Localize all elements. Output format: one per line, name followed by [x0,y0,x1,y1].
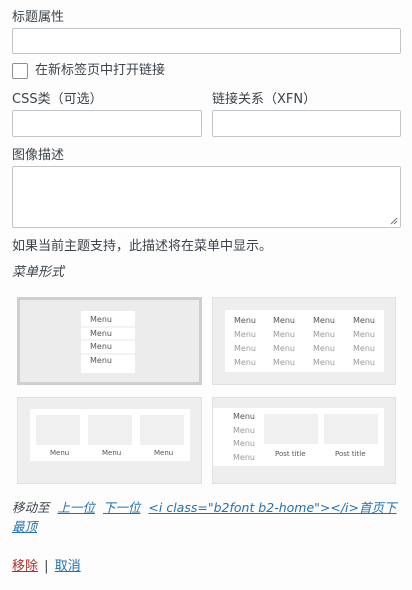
menu-style-2-panel: Menu Menu Menu Menu Menu Menu Menu Menu … [225,310,384,372]
menu-style-2-col1-item: Menu [234,358,256,367]
menu-style-4-list-item: Menu [233,453,255,462]
menu-style-label: 菜单形式 [12,265,65,280]
move-top-link[interactable]: 最顶 [12,519,37,534]
menu-style-option-2[interactable]: Menu Menu Menu Menu Menu Menu Menu Menu … [212,297,396,385]
menu-style-1-item-3: Menu [90,342,112,351]
menu-style-4-list-item: Menu [233,426,255,435]
css-class-label: CSS类（可选） [12,92,103,107]
description-textarea[interactable] [12,166,401,228]
menu-style-4-post-title-2: Post title [335,450,366,458]
menu-style-1-item-1: Menu [90,315,112,324]
xfn-label: 链接关系（XFN） [212,92,317,107]
description-hint: 如果当前主题支持，此描述将在菜单中显示。 [12,239,273,254]
title-attr-label: 标题属性 [12,10,65,25]
move-to-row: 移动至 上一位 下一位 <i class="b2font b2-home"></… [12,498,397,536]
menu-style-2-col3-head: Menu [313,316,335,325]
menu-style-2-col3-item: Menu [313,344,335,353]
menu-style-2-col4-item: Menu [353,344,375,353]
cancel-link[interactable]: 取消 [55,559,81,574]
description-label: 图像描述 [12,148,65,163]
menu-style-1-item-4: Menu [90,356,112,365]
menu-style-2-col1-item: Menu [234,344,256,353]
move-down-link[interactable]: 下一位 [103,500,141,515]
menu-style-4-post-thumb-2 [324,414,378,444]
move-under-link[interactable]: <i class="b2font b2-home"></i>首页下 [148,500,396,515]
menu-style-2-col2-item: Menu [273,344,295,353]
menu-style-2-col2-item: Menu [273,330,295,339]
menu-style-option-3[interactable]: Menu Menu Menu [17,397,202,484]
menu-style-4-list-item: Menu [233,439,255,448]
menu-style-2-col1-head: Menu [234,316,256,325]
actions-separator: | [44,559,49,574]
menu-style-option-1[interactable]: Menu Menu Menu Menu [17,297,202,385]
menu-style-3-label-1: Menu [50,449,70,457]
menu-style-4-post-title-1: Post title [275,450,306,458]
resize-handle-icon[interactable] [390,217,398,225]
move-up-link[interactable]: 上一位 [57,500,95,515]
remove-link[interactable]: 移除 [12,559,38,574]
menu-style-3-label-2: Menu [102,449,122,457]
menu-style-2-col4-item: Menu [353,358,375,367]
menu-style-3-panel: Menu Menu Menu [30,409,190,461]
menu-style-2-col3-item: Menu [313,330,335,339]
css-class-input[interactable] [12,110,202,137]
menu-style-2-col3-item: Menu [313,358,335,367]
new-tab-label: 在新标签页中打开链接 [35,63,166,78]
menu-style-2-col2-head: Menu [273,316,295,325]
menu-style-3-thumb-1 [36,415,80,445]
item-actions: 移除 | 取消 [12,555,81,574]
menu-style-4-list-head: Menu [233,412,255,421]
menu-style-3-thumb-2 [88,415,132,445]
menu-style-4-post-thumb-1 [264,414,318,444]
menu-style-3-label-3: Menu [154,449,174,457]
menu-style-3-thumb-3 [140,415,184,445]
menu-style-1-panel: Menu Menu Menu Menu [81,311,135,373]
menu-style-option-4[interactable]: Menu Menu Menu Menu Post title Post titl… [212,397,396,484]
menu-style-2-col4-head: Menu [353,316,375,325]
title-attr-input[interactable] [12,28,401,54]
menu-style-1-item-2: Menu [90,329,112,338]
new-tab-checkbox[interactable] [12,63,28,79]
menu-style-2-col4-item: Menu [353,330,375,339]
move-to-label: 移动至 [12,500,50,515]
menu-style-2-col1-item: Menu [234,330,256,339]
menu-style-4-panel: Menu Menu Menu Menu Post title Post titl… [213,408,384,466]
xfn-input[interactable] [212,110,401,137]
menu-style-2-col2-item: Menu [273,358,295,367]
